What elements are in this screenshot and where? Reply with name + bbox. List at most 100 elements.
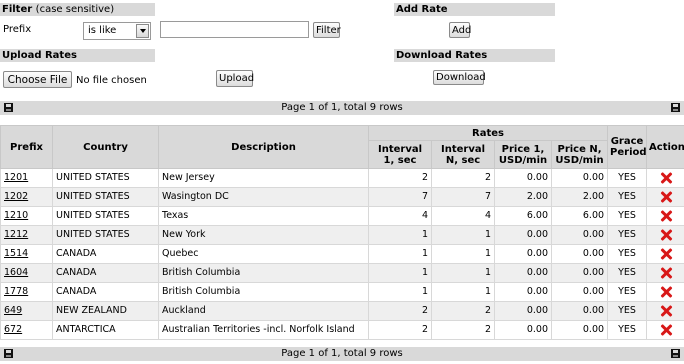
price-n-cell: 0.00 bbox=[582, 324, 605, 335]
grace-period-cell: YES bbox=[618, 191, 636, 202]
interval-n-cell: 2 bbox=[431, 320, 495, 340]
interval-1-cell: 1 bbox=[368, 225, 432, 245]
description-cell: New Jersey bbox=[158, 168, 369, 188]
save-icon[interactable] bbox=[671, 349, 680, 358]
action-cell bbox=[646, 263, 684, 283]
interval-n-cell: 1 bbox=[431, 282, 495, 302]
description-cell: New York bbox=[162, 229, 206, 240]
interval-1-cell: 2 bbox=[421, 172, 428, 183]
interval-1-cell: 1 bbox=[421, 267, 428, 278]
prefix-filter-input[interactable] bbox=[160, 21, 309, 38]
col-grace-period[interactable]: Grace Period bbox=[607, 125, 648, 169]
description-cell: Wasington DC bbox=[158, 187, 369, 207]
grace-period-cell: YES bbox=[607, 320, 648, 340]
country-cell: CANADA bbox=[56, 248, 97, 259]
col-rates: Rates bbox=[367, 124, 609, 142]
description-cell: Texas bbox=[162, 210, 189, 221]
interval-n-cell: 1 bbox=[484, 267, 491, 278]
description-cell: New York bbox=[158, 225, 369, 245]
table-row: 1514 CANADA Quebec 1 1 0.00 0.00 YES bbox=[0, 244, 684, 264]
price-1-cell: 0.00 bbox=[494, 263, 552, 283]
prefix-link[interactable]: 1778 bbox=[4, 286, 28, 297]
grace-period-cell: YES bbox=[607, 168, 648, 188]
prefix-link[interactable]: 649 bbox=[4, 305, 22, 316]
prefix-link[interactable]: 1604 bbox=[4, 267, 28, 278]
delete-icon[interactable] bbox=[659, 228, 673, 242]
file-status: No file chosen bbox=[76, 75, 147, 86]
delete-icon[interactable] bbox=[659, 323, 673, 337]
table-row: 1202 UNITED STATES Wasington DC 7 7 2.00 2.00 Y… bbox=[0, 187, 684, 207]
action-cell bbox=[646, 320, 684, 340]
col-description[interactable]: Description bbox=[158, 125, 369, 169]
prefix-cell: 1202 bbox=[0, 187, 53, 207]
add-rate-header: Add Rate bbox=[394, 3, 555, 16]
description-cell: New Jersey bbox=[162, 172, 215, 183]
filter-subtitle: (case sensitive) bbox=[35, 4, 115, 15]
prefix-link[interactable]: 1202 bbox=[4, 191, 28, 202]
prefix-label: Prefix bbox=[3, 24, 32, 35]
col-prefix[interactable]: Prefix bbox=[0, 125, 53, 169]
price-n-cell: 6.00 bbox=[582, 210, 605, 221]
description-cell: Auckland bbox=[158, 301, 369, 321]
interval-n-cell: 2 bbox=[431, 168, 495, 188]
description-cell: Auckland bbox=[162, 305, 206, 316]
chevron-down-icon[interactable] bbox=[136, 24, 149, 38]
price-1-cell: 0.00 bbox=[494, 320, 552, 340]
price-1-cell: 0.00 bbox=[526, 267, 548, 278]
operator-value: is like bbox=[88, 25, 117, 36]
delete-icon[interactable] bbox=[659, 190, 673, 204]
prefix-link[interactable]: 672 bbox=[4, 324, 22, 335]
country-cell: UNITED STATES bbox=[56, 172, 130, 183]
country-cell: CANADA bbox=[56, 286, 97, 297]
prefix-link[interactable]: 1201 bbox=[4, 172, 28, 183]
action-cell bbox=[646, 187, 684, 207]
price-n-cell: 0.00 bbox=[550, 263, 609, 283]
col-country[interactable]: Country bbox=[52, 125, 159, 169]
choose-file-button[interactable]: Choose File bbox=[3, 71, 72, 88]
grace-period-cell: YES bbox=[607, 206, 648, 226]
action-cell bbox=[646, 244, 684, 264]
col-interval-1[interactable]: Interval 1, sec bbox=[368, 140, 432, 169]
download-rates-header: Download Rates bbox=[394, 49, 555, 62]
delete-icon[interactable] bbox=[659, 285, 673, 299]
interval-n-cell: 1 bbox=[484, 286, 491, 297]
delete-icon[interactable] bbox=[659, 266, 673, 280]
grace-period-cell: YES bbox=[618, 305, 636, 316]
table-row: 672 ANTARCTICA Australian Territories -inc… bbox=[0, 320, 684, 340]
price-n-cell: 0.00 bbox=[582, 286, 605, 297]
operator-select[interactable]: is like bbox=[83, 22, 151, 40]
delete-icon[interactable] bbox=[659, 209, 673, 223]
add-button[interactable]: Add bbox=[449, 22, 471, 38]
country-cell: ANTARCTICA bbox=[56, 324, 116, 335]
col-interval-n[interactable]: Interval N, sec bbox=[431, 140, 495, 169]
interval-n-cell: 4 bbox=[431, 206, 495, 226]
description-cell: Texas bbox=[158, 206, 369, 226]
table-row: 1201 UNITED STATES New Jersey 2 2 0.00 0.00 YES bbox=[0, 168, 684, 188]
price-1-cell: 0.00 bbox=[526, 324, 548, 335]
col-price-1[interactable]: Price 1, USD/min bbox=[494, 140, 552, 169]
pager-text: Page 1 of 1, total 9 rows bbox=[281, 102, 403, 113]
save-icon[interactable] bbox=[4, 349, 13, 358]
interval-n-cell: 1 bbox=[431, 225, 495, 245]
prefix-link[interactable]: 1210 bbox=[4, 210, 28, 221]
grace-period-cell: YES bbox=[607, 301, 648, 321]
price-1-cell: 6.00 bbox=[494, 206, 552, 226]
download-button[interactable]: Download bbox=[433, 70, 486, 85]
country-cell: UNITED STATES bbox=[56, 191, 130, 202]
delete-icon[interactable] bbox=[659, 304, 673, 318]
delete-icon[interactable] bbox=[659, 171, 673, 185]
interval-n-cell: 4 bbox=[484, 210, 491, 221]
description-cell: Quebec bbox=[158, 244, 369, 264]
upload-button[interactable]: Upload bbox=[216, 70, 254, 87]
country-cell: UNITED STATES bbox=[52, 168, 159, 188]
filter-button[interactable]: Filter bbox=[313, 22, 341, 38]
save-icon[interactable] bbox=[671, 103, 680, 112]
price-1-cell: 0.00 bbox=[526, 229, 548, 240]
col-price-n[interactable]: Price N, USD/min bbox=[550, 140, 609, 169]
prefix-link[interactable]: 1212 bbox=[4, 229, 28, 240]
save-icon[interactable] bbox=[4, 103, 13, 112]
prefix-link[interactable]: 1514 bbox=[4, 248, 28, 259]
delete-icon[interactable] bbox=[659, 247, 673, 261]
price-1-cell: 6.00 bbox=[526, 210, 548, 221]
grace-period-cell: YES bbox=[618, 267, 636, 278]
